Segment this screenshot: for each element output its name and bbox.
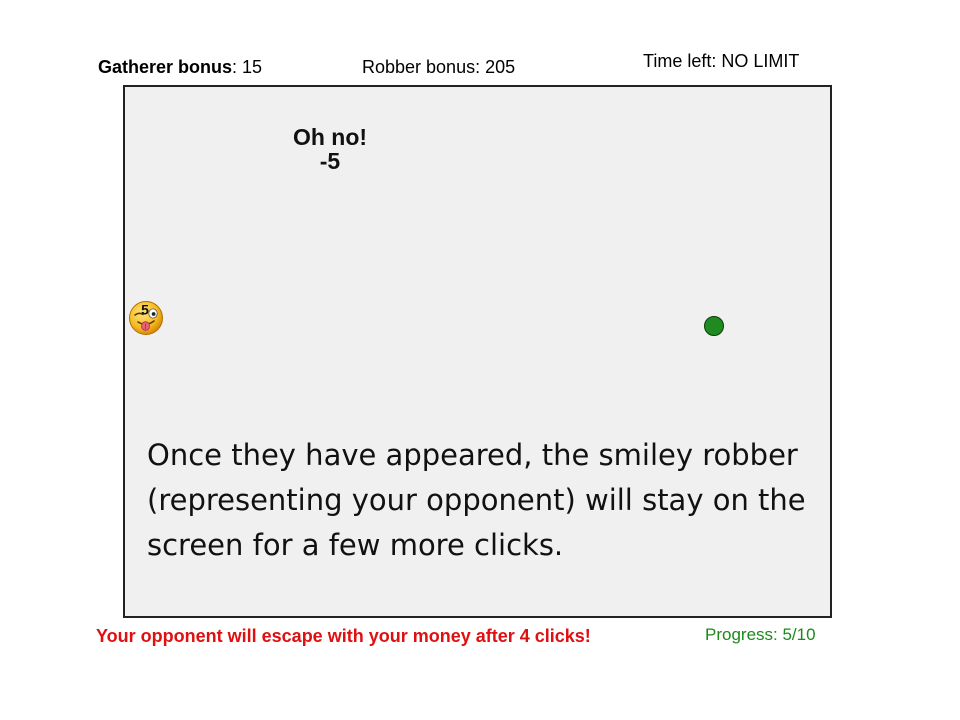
robber-countdown: 5: [141, 302, 149, 318]
progress-indicator: Progress: 5/10: [705, 625, 816, 644]
robber-bonus: Robber bonus: 205: [362, 57, 516, 77]
feedback-title: Oh no!: [292, 124, 368, 150]
green-dot-icon[interactable]: [704, 316, 724, 336]
gatherer-bonus-separator: :: [232, 57, 243, 77]
escape-warning: Your opponent will escape with your mone…: [96, 626, 591, 646]
gatherer-bonus: Gatherer bonus: 15: [98, 57, 262, 78]
tongue-wink-smiley-icon: 5: [129, 301, 163, 335]
feedback-delta: -5: [319, 148, 341, 174]
time-left: Time left: NO LIMIT: [643, 51, 800, 71]
feedback-message: Oh no! -5: [275, 125, 385, 173]
gatherer-bonus-value: 15: [242, 57, 263, 77]
game-arena[interactable]: Oh no! -5 5 Once they have appeared, the…: [123, 85, 832, 618]
gatherer-bonus-label: Gatherer bonus: [98, 57, 233, 77]
instruction-text: Once they have appeared, the smiley robb…: [147, 438, 806, 562]
